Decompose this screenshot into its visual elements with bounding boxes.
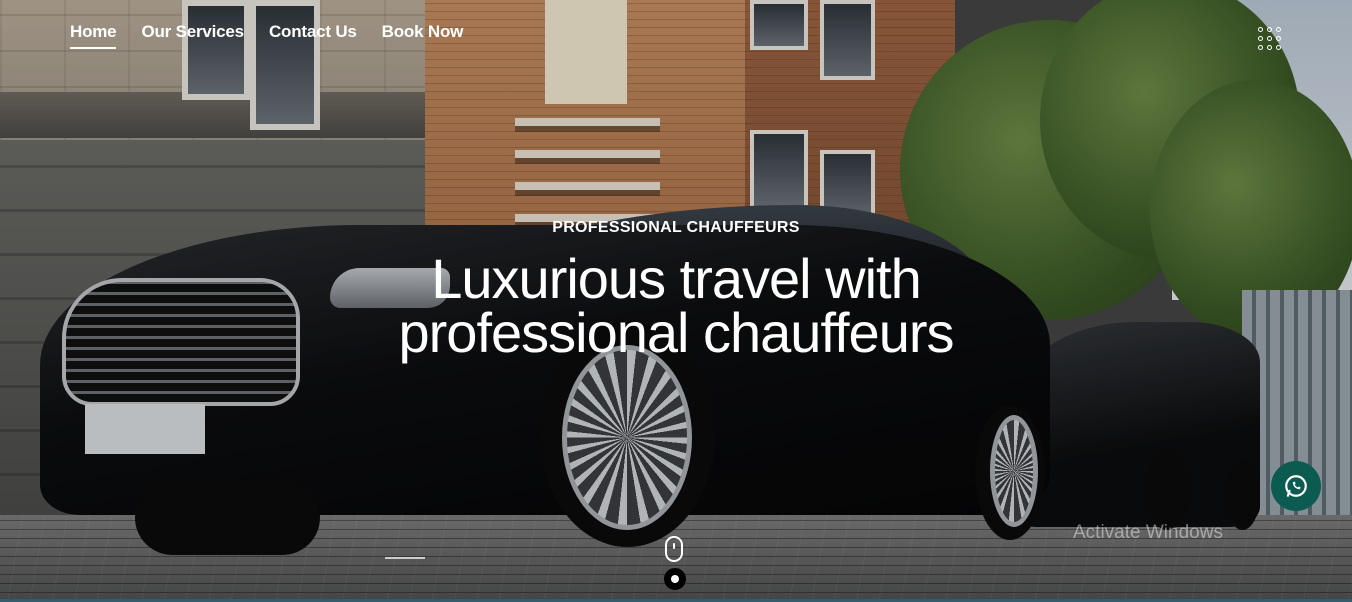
nav-home[interactable]: Home [70,22,117,49]
whatsapp-button[interactable] [1271,461,1321,511]
hero-eyebrow: PROFESSIONAL CHAUFFEURS [552,219,800,236]
mouse-scroll-icon[interactable] [665,536,683,562]
grid-dots-icon[interactable] [1258,27,1282,51]
windows-watermark: Activate Windows [1073,522,1223,543]
slide-dot-icon[interactable] [664,568,686,590]
hero-headline-line-2: professional chauffeurs [398,301,955,364]
nav-book-now[interactable]: Book Now [382,22,464,49]
hero-headline: Luxurious travel with professional chauf… [0,251,1352,361]
whatsapp-icon [1285,475,1307,497]
main-nav: Home Our Services Contact Us Book Now [70,22,463,49]
nav-contact-us[interactable]: Contact Us [269,22,357,49]
slide-progress-line [385,557,425,559]
nav-our-services[interactable]: Our Services [141,22,244,49]
